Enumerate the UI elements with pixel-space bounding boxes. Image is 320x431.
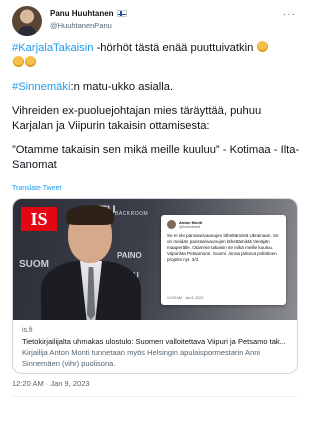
card-title[interactable]: Tietokirjailijalta uhmakas ulostulo: Suo… <box>22 336 288 347</box>
tweet-line-2: #Sinnemäki:n matu-ukko asialla. <box>12 80 302 95</box>
embedded-tweet: Anton Monti @AntonMonti Se ei ole panssa… <box>161 215 286 305</box>
hashtag-karjalatakaisin[interactable]: #KarjalaTakaisin <box>12 42 93 54</box>
is-logo: IS <box>21 207 57 231</box>
ellipsis-icon[interactable]: ··· <box>283 9 296 20</box>
card-domain: is.fi <box>22 327 33 334</box>
backroom-label: BACKROOM <box>115 211 149 217</box>
tweet-text: #KarjalaTakaisin -hörhöt tästä enää puut… <box>12 41 302 173</box>
tweet-line-2-text: :n matu-ukko asialla. <box>70 81 174 93</box>
backdrop-text: SUOM <box>19 259 49 270</box>
finland-flag-icon <box>116 10 127 17</box>
hashtag-sinnemaki[interactable]: #Sinnemäki <box>12 81 70 93</box>
tweet-line-1: #KarjalaTakaisin -hörhöt tästä enää puut… <box>12 41 302 71</box>
emoji-icon <box>25 56 36 67</box>
tweet-line-1-text: -hörhöt tästä enää puuttuivatkin <box>93 42 254 54</box>
embedded-body: Se ei ole panssarivaunujen lähettämistä … <box>167 233 279 262</box>
embedded-time: 12:03 AM · Jan 9, 2023 <box>167 296 204 300</box>
avatar[interactable] <box>12 6 42 36</box>
tweet-line-3: Vihreiden ex-puoluejohtajan mies täräytt… <box>12 105 262 132</box>
embedded-avatar <box>167 220 176 229</box>
card-description: Kirjailija Anton Monti tunnetaan myös He… <box>22 348 261 368</box>
card-image[interactable]: UTU SUOM PAINO ULPU BACKROOM IS Anton Mo… <box>13 199 297 320</box>
card-meta[interactable]: is.fi Tietokirjailijalta uhmakas ulostul… <box>13 320 297 373</box>
embedded-handle: @AntonMonti <box>179 225 201 229</box>
author-display-name[interactable]: Panu Huuhtanen <box>50 9 114 18</box>
divider <box>12 396 298 397</box>
author-name-row[interactable]: Panu Huuhtanen <box>50 9 127 18</box>
translate-tweet-link[interactable]: Translate Tweet <box>12 185 61 192</box>
tweet-line-4: ”Otamme takaisin sen mikä meille kuuluu”… <box>12 144 300 171</box>
author-handle[interactable]: @HuuhtanenPanu <box>50 21 112 30</box>
emoji-icon <box>257 41 269 52</box>
link-card[interactable]: UTU SUOM PAINO ULPU BACKROOM IS Anton Mo… <box>12 198 298 374</box>
backdrop-text: PAINO <box>117 251 142 260</box>
tweet-timestamp[interactable]: 12:20 AM · Jan 9, 2023 <box>12 379 90 388</box>
person-hair <box>66 205 114 225</box>
emoji-icon <box>13 56 24 67</box>
tweet-header: Panu Huuhtanen @HuuhtanenPanu ··· <box>12 6 298 38</box>
